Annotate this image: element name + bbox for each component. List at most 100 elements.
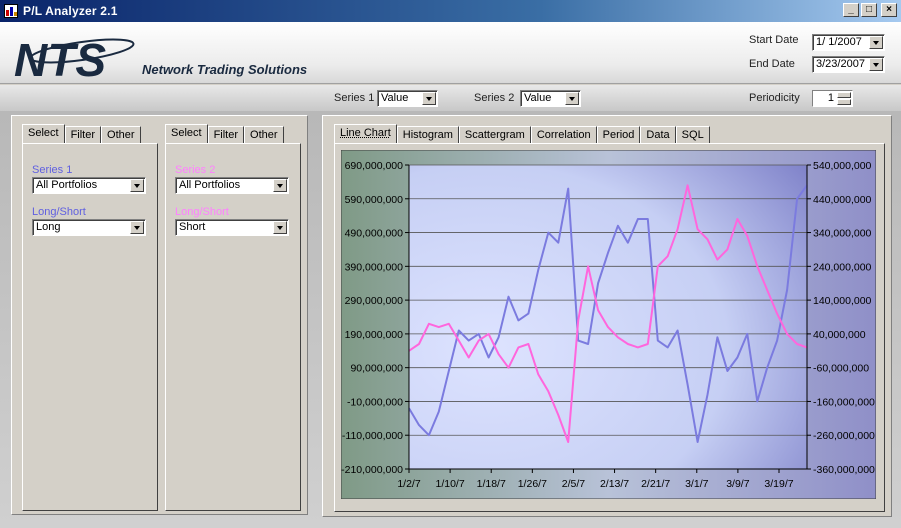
x-tick-label: 2/5/7	[562, 478, 586, 490]
y-left-tick-label: -110,000,000	[342, 430, 403, 442]
series2-tabs: Select Filter Other	[165, 124, 284, 143]
tab-select[interactable]: Select	[22, 124, 65, 143]
series1-longshort-label: Long/Short	[32, 206, 86, 218]
y-right-tick-label: 140,000,000	[813, 295, 872, 307]
y-right-tick-label: 240,000,000	[813, 261, 872, 273]
logo-text: NTS	[14, 34, 106, 84]
tab-data[interactable]: Data	[640, 126, 676, 143]
maximize-button[interactable]: □	[861, 3, 877, 17]
tab-correlation[interactable]: Correlation	[530, 126, 597, 143]
close-button[interactable]: ×	[881, 3, 897, 17]
start-date-picker[interactable]: 1/ 1/2007	[812, 34, 885, 51]
periodicity-label: Periodicity	[749, 92, 800, 104]
x-tick-label: 1/26/7	[518, 478, 547, 490]
tab-sql[interactable]: SQL	[675, 126, 710, 143]
series1-portfolio-value: All Portfolios	[36, 179, 98, 191]
series1-caption: Series 1	[32, 164, 73, 176]
y-left-tick-label: 690,000,000	[345, 160, 404, 172]
chevron-down-icon[interactable]	[273, 221, 287, 234]
y-left-tick-label: -210,000,000	[341, 464, 403, 476]
periodicity-stepper[interactable]: 1	[812, 90, 853, 107]
series1-select[interactable]: Value	[377, 90, 438, 107]
y-left-tick-label: 490,000,000	[345, 228, 404, 240]
line-chart-svg: 690,000,000 540,000,000 590,000,000 440,000…	[341, 150, 876, 499]
header: NTS Network Trading Solutions Start Date…	[0, 22, 901, 84]
start-date-value: 1/ 1/2007	[816, 36, 862, 48]
series1-longshort-select[interactable]: Long	[32, 219, 146, 236]
chevron-down-icon[interactable]	[869, 36, 883, 49]
chevron-down-icon[interactable]	[130, 221, 144, 234]
series1-longshort-value: Long	[36, 221, 61, 233]
x-tick-label: 3/1/7	[685, 478, 709, 490]
y-right-tick-label: 440,000,000	[813, 194, 872, 206]
tab-select[interactable]: Select	[165, 124, 208, 143]
x-tick-label: 3/19/7	[764, 478, 793, 490]
tab-histogram[interactable]: Histogram	[396, 126, 459, 143]
tab-filter[interactable]: Filter	[64, 126, 102, 143]
y-left-tick-label: -10,000,000	[347, 396, 403, 408]
series2-longshort-select[interactable]: Short	[175, 219, 289, 236]
chevron-down-icon[interactable]	[273, 179, 287, 192]
x-tick-label: 1/10/7	[436, 478, 465, 490]
series2-tab-body: Series 2 All Portfolios Long/Short Short	[165, 143, 301, 511]
x-tick-label: 1/18/7	[477, 478, 506, 490]
logo-subtitle: Network Trading Solutions	[142, 62, 308, 77]
line-chart: 690,000,000 540,000,000 590,000,000 440,000…	[341, 150, 876, 499]
series2-caption: Series 2	[175, 164, 216, 176]
plot-area	[409, 165, 807, 469]
series2-portfolio-value: All Portfolios	[179, 179, 241, 191]
series1-tabs: Select Filter Other	[22, 124, 141, 143]
series1-tab-body: Series 1 All Portfolios Long/Short Long	[22, 143, 158, 511]
periodicity-value: 1	[827, 92, 834, 104]
series2-panel: Select Filter Other Series 2 All Portfol…	[158, 115, 308, 515]
y-right-tick-label: -60,000,000	[813, 363, 869, 375]
y-right-tick-label: -260,000,000	[813, 430, 875, 442]
chevron-down-icon[interactable]	[565, 92, 579, 105]
series2-label: Series 2	[474, 92, 515, 104]
x-tick-label: 2/13/7	[600, 478, 629, 490]
series-toolbar: Series 1 Value Series 2 Value Periodicit…	[0, 85, 901, 111]
tab-filter[interactable]: Filter	[207, 126, 245, 143]
series2-value: Value	[524, 92, 552, 104]
chevron-down-icon[interactable]	[869, 58, 883, 71]
series2-select[interactable]: Value	[520, 90, 581, 107]
chevron-down-icon[interactable]	[422, 92, 436, 105]
end-date-picker[interactable]: 3/23/2007	[812, 56, 885, 73]
series1-panel: Select Filter Other Series 1 All Portfol…	[11, 115, 165, 515]
tab-other[interactable]: Other	[244, 126, 284, 143]
series1-label: Series 1	[334, 92, 375, 104]
series2-portfolio-select[interactable]: All Portfolios	[175, 177, 289, 194]
x-tick-label: 3/9/7	[726, 478, 750, 490]
x-tick-label: 2/21/7	[641, 478, 670, 490]
y-right-tick-label: 340,000,000	[813, 228, 872, 240]
app-icon	[4, 4, 18, 18]
series1-value: Value	[381, 92, 409, 104]
y-left-tick-label: 290,000,000	[345, 295, 404, 307]
chart-tabs: Line Chart Histogram Scattergram Correla…	[334, 124, 710, 143]
series2-longshort-value: Short	[179, 221, 206, 233]
y-right-tick-label: -360,000,000	[813, 464, 875, 476]
chevron-down-icon[interactable]	[130, 179, 144, 192]
y-left-tick-label: 590,000,000	[345, 194, 404, 206]
y-right-tick-label: -160,000,000	[813, 396, 875, 408]
y-left-tick-label: 390,000,000	[345, 261, 404, 273]
stepper-down-button[interactable]	[837, 99, 851, 105]
tab-scattergram[interactable]: Scattergram	[458, 126, 531, 143]
tab-period[interactable]: Period	[596, 126, 641, 143]
y-right-tick-label: 540,000,000	[813, 160, 872, 172]
stepper-up-button[interactable]	[837, 92, 851, 98]
minimize-button[interactable]: _	[843, 3, 859, 17]
nts-logo: NTS	[14, 34, 135, 84]
end-date-value: 3/23/2007	[816, 58, 865, 70]
title-bar: P/L Analyzer 2.1 _ □ ×	[0, 0, 901, 22]
start-date-label: Start Date	[749, 34, 799, 46]
tab-line-chart[interactable]: Line Chart	[334, 124, 397, 143]
y-left-tick-label: 90,000,000	[350, 363, 403, 375]
tab-other[interactable]: Other	[101, 126, 141, 143]
series1-portfolio-select[interactable]: All Portfolios	[32, 177, 146, 194]
x-tick-label: 1/2/7	[397, 478, 421, 490]
y-right-tick-label: 40,000,000	[813, 329, 866, 341]
y-left-tick-label: 190,000,000	[345, 329, 404, 341]
series2-longshort-label: Long/Short	[175, 206, 229, 218]
window-title: P/L Analyzer 2.1	[23, 4, 118, 18]
